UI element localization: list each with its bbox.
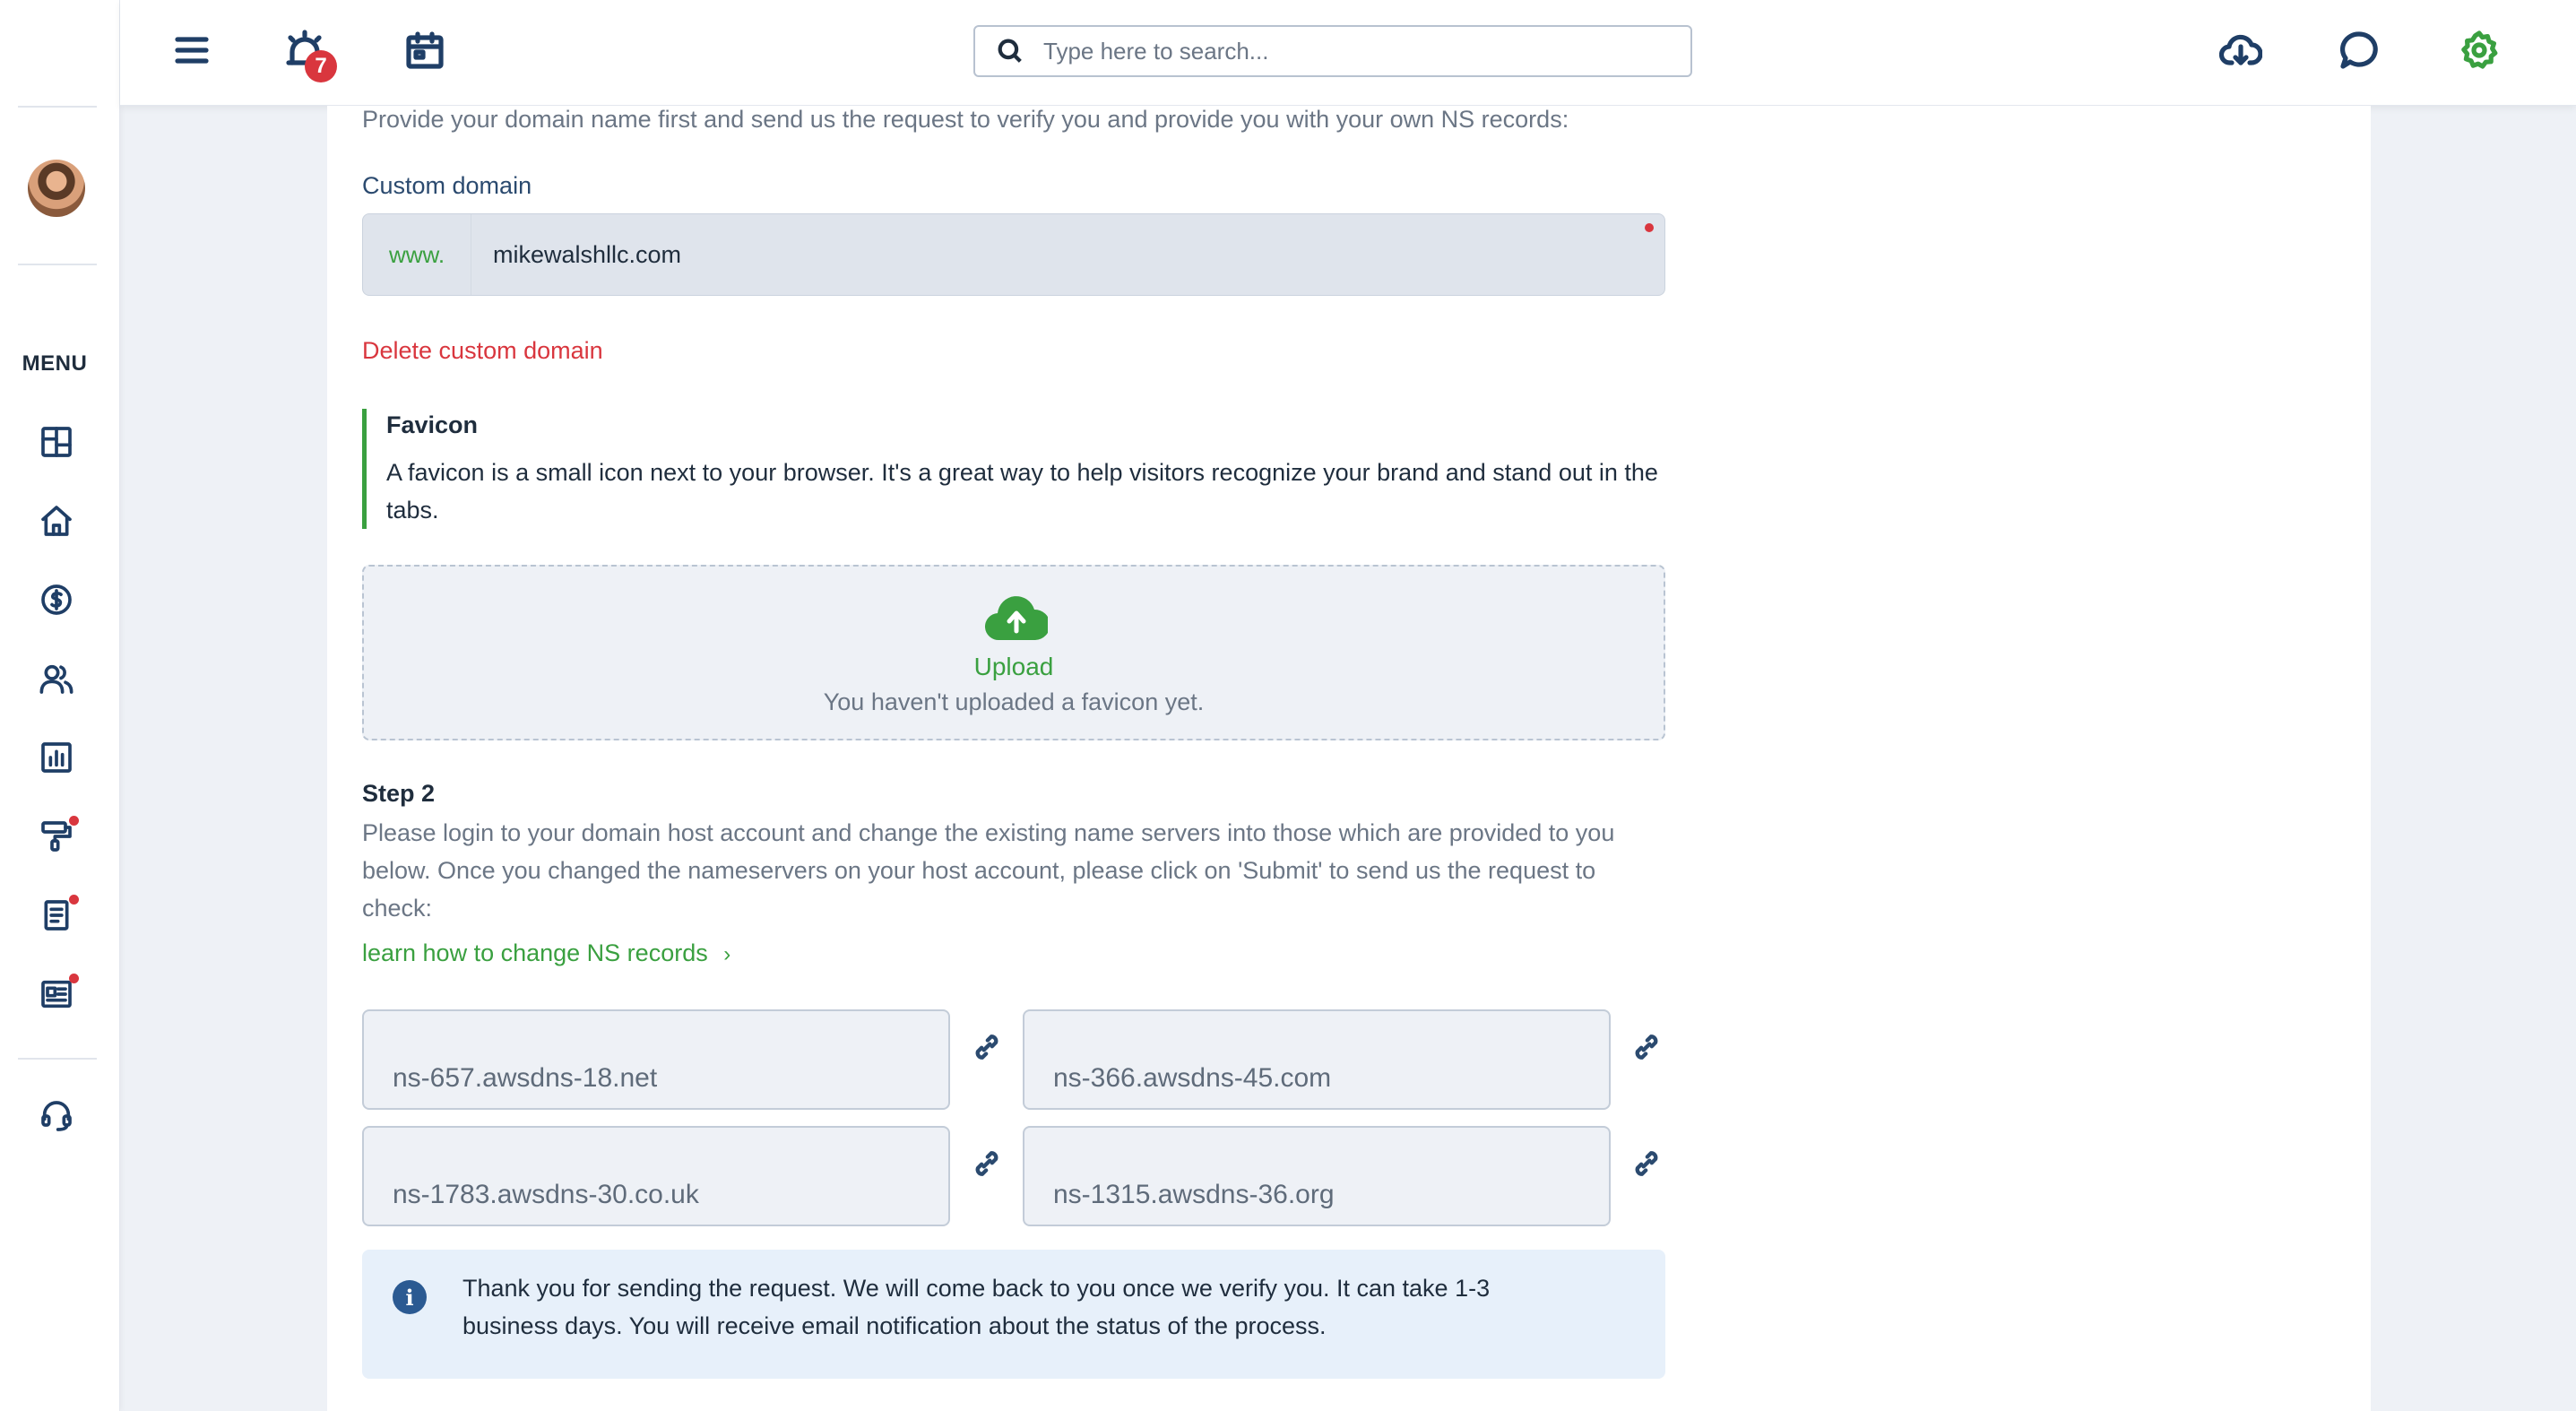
upload-label[interactable]: Upload (364, 653, 1664, 681)
upload-status: You haven't uploaded a favicon yet. (823, 688, 1205, 715)
notification-dot (69, 974, 79, 983)
notification-dot (69, 895, 79, 905)
domain-value[interactable]: mikewalshllc.com (471, 214, 1664, 295)
topbar: 7 (120, 0, 2576, 106)
copy-link-icon[interactable] (969, 1146, 1005, 1182)
main-panel: Provide your domain name first and send … (327, 106, 2371, 1411)
settings-gear-icon[interactable] (2454, 25, 2504, 75)
ns-record-field[interactable]: ns-1315.awsdns-36.org (1023, 1126, 1611, 1226)
step-2-text: Please login to your domain host account… (362, 819, 1615, 922)
chat-icon[interactable] (2334, 25, 2384, 75)
hamburger-menu-icon[interactable] (167, 25, 217, 75)
search-bar[interactable] (973, 25, 1692, 77)
custom-domain-label: Custom domain (362, 172, 532, 199)
home-icon[interactable] (36, 500, 77, 541)
search-icon (998, 39, 1022, 63)
paint-roller-icon[interactable] (36, 816, 79, 857)
chart-icon[interactable] (36, 737, 77, 778)
chevron-right-icon: › (723, 942, 731, 966)
copy-link-icon[interactable] (969, 1029, 1005, 1065)
info-message: Thank you for sending the request. We wi… (462, 1275, 1491, 1339)
sidebar: MENU (0, 0, 120, 1411)
cloud-download-icon[interactable] (2216, 25, 2266, 75)
users-icon[interactable] (36, 658, 77, 699)
learn-ns-records-link[interactable]: learn how to change NS records › (362, 939, 730, 967)
ns-record-field[interactable]: ns-366.awsdns-45.com (1023, 1009, 1611, 1110)
dashboard-icon[interactable] (36, 421, 77, 463)
required-dot (1645, 223, 1654, 232)
notification-dot (69, 816, 79, 826)
sidebar-divider (18, 264, 97, 265)
delete-custom-domain-link[interactable]: Delete custom domain (362, 337, 603, 365)
favicon-title: Favicon (386, 411, 479, 438)
cloud-upload-icon (985, 596, 1048, 641)
copy-link-icon[interactable] (1629, 1146, 1664, 1182)
document-icon[interactable] (36, 895, 79, 936)
notification-count-badge: 7 (305, 50, 337, 82)
domain-prefix: www. (388, 240, 445, 268)
search-input[interactable] (1043, 37, 1653, 65)
favicon-upload-area[interactable]: Upload You haven't uploaded a favicon ye… (362, 565, 1665, 740)
intro-text: Provide your domain name first and send … (362, 106, 1569, 133)
favicon-description: A favicon is a small icon next to your b… (386, 459, 1658, 524)
support-icon[interactable] (36, 1095, 77, 1137)
newspaper-icon[interactable] (36, 974, 79, 1015)
menu-label: MENU (22, 351, 88, 376)
favicon-note: Favicon A favicon is a small icon next t… (362, 409, 1665, 529)
ns-record-field[interactable]: ns-1783.awsdns-30.co.uk (362, 1126, 950, 1226)
learn-link-label: learn how to change NS records (362, 939, 708, 966)
step-2-title: Step 2 (362, 780, 436, 807)
dollar-icon[interactable] (36, 579, 77, 620)
avatar[interactable] (28, 160, 85, 217)
ns-record-field[interactable]: ns-657.awsdns-18.net (362, 1009, 950, 1110)
info-message-box: i Thank you for sending the request. We … (362, 1250, 1665, 1379)
sidebar-divider (18, 1058, 97, 1060)
calendar-icon[interactable] (400, 25, 450, 75)
info-icon: i (393, 1280, 427, 1314)
sidebar-divider (18, 106, 97, 108)
copy-link-icon[interactable] (1629, 1029, 1664, 1065)
custom-domain-field[interactable]: www. mikewalshllc.com (362, 213, 1665, 296)
